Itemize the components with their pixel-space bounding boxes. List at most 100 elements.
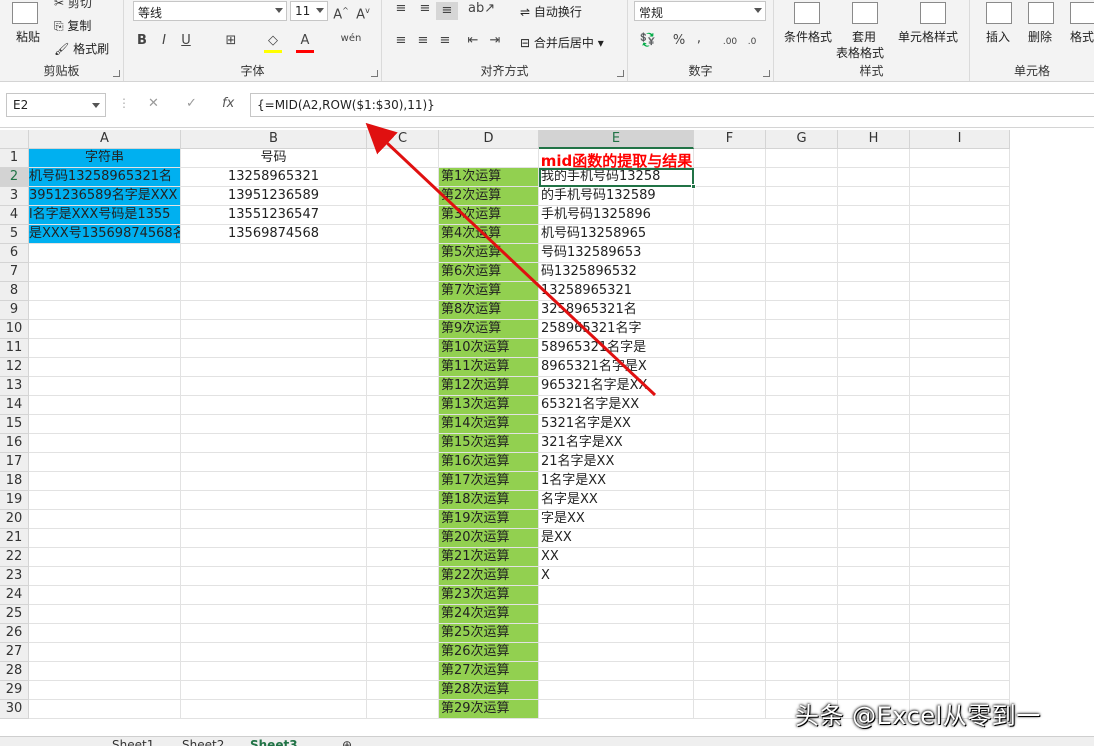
cell-h3[interactable] — [838, 187, 910, 206]
fill-color-icon[interactable]: ◇ — [264, 32, 282, 53]
copy-button[interactable]: ⎘ 复制 — [54, 17, 91, 34]
cell-h16[interactable] — [838, 434, 910, 453]
row-header[interactable]: 15 — [0, 415, 29, 434]
cell-i22[interactable] — [910, 548, 1010, 567]
increase-decimal-icon[interactable]: .00 — [720, 33, 740, 51]
cell-h9[interactable] — [838, 301, 910, 320]
cell-d10[interactable]: 第9次运算 — [439, 320, 539, 339]
column-header-g[interactable]: G — [766, 130, 838, 149]
cell-b23[interactable] — [181, 567, 367, 586]
cell-i16[interactable] — [910, 434, 1010, 453]
wrap-text-button[interactable]: ⇌ 自动换行 — [520, 3, 582, 20]
cell-e14[interactable]: 65321名字是XX — [539, 396, 694, 415]
cell-c14[interactable] — [367, 396, 439, 415]
cell-e18[interactable]: 1名字是XX — [539, 472, 694, 491]
cell-c16[interactable] — [367, 434, 439, 453]
cell-f5[interactable] — [694, 225, 766, 244]
cell-c22[interactable] — [367, 548, 439, 567]
cell-a19[interactable] — [29, 491, 181, 510]
paste-icon[interactable] — [12, 2, 38, 24]
cell-c17[interactable] — [367, 453, 439, 472]
cell-a27[interactable] — [29, 643, 181, 662]
cell-h28[interactable] — [838, 662, 910, 681]
cell-b29[interactable] — [181, 681, 367, 700]
row-header[interactable]: 24 — [0, 586, 29, 605]
cell-b22[interactable] — [181, 548, 367, 567]
cell-b7[interactable] — [181, 263, 367, 282]
cell-b1[interactable]: 号码 — [181, 149, 367, 168]
column-header-f[interactable]: F — [694, 130, 766, 149]
cell-a23[interactable] — [29, 567, 181, 586]
sheet-tab-2[interactable]: Sheet2 — [182, 738, 224, 746]
align-left-icon[interactable]: ≡ — [392, 32, 410, 50]
cut-button[interactable]: ✂ 剪切 — [54, 0, 92, 11]
cell-b6[interactable] — [181, 244, 367, 263]
cell-h10[interactable] — [838, 320, 910, 339]
cell-i26[interactable] — [910, 624, 1010, 643]
phonetic-icon[interactable]: wén — [340, 30, 362, 48]
cell-h26[interactable] — [838, 624, 910, 643]
cell-a30[interactable] — [29, 700, 181, 719]
cell-c10[interactable] — [367, 320, 439, 339]
cell-e4[interactable]: 手机号码1325896 — [539, 206, 694, 225]
orientation-icon[interactable]: ab↗ — [468, 0, 495, 18]
align-center-icon[interactable]: ≡ — [414, 32, 432, 50]
cell-e12[interactable]: 8965321名字是X — [539, 358, 694, 377]
format-button[interactable]: 格式 — [1070, 28, 1094, 45]
cell-c24[interactable] — [367, 586, 439, 605]
cell-f28[interactable] — [694, 662, 766, 681]
insert-icon[interactable] — [986, 2, 1012, 24]
cell-i17[interactable] — [910, 453, 1010, 472]
cell-b27[interactable] — [181, 643, 367, 662]
cell-d27[interactable]: 第26次运算 — [439, 643, 539, 662]
cell-g4[interactable] — [766, 206, 838, 225]
cell-e29[interactable] — [539, 681, 694, 700]
cell-b21[interactable] — [181, 529, 367, 548]
cell-d16[interactable]: 第15次运算 — [439, 434, 539, 453]
row-header[interactable]: 27 — [0, 643, 29, 662]
cell-f17[interactable] — [694, 453, 766, 472]
row-header[interactable]: 14 — [0, 396, 29, 415]
cell-d7[interactable]: 第6次运算 — [439, 263, 539, 282]
cell-a5[interactable]: 是XXX号13569874568名 — [29, 225, 181, 244]
cell-h25[interactable] — [838, 605, 910, 624]
cell-f29[interactable] — [694, 681, 766, 700]
cell-d3[interactable]: 第2次运算 — [439, 187, 539, 206]
select-all-corner[interactable] — [0, 130, 29, 149]
cell-b28[interactable] — [181, 662, 367, 681]
cell-i6[interactable] — [910, 244, 1010, 263]
row-header[interactable]: 23 — [0, 567, 29, 586]
cell-i10[interactable] — [910, 320, 1010, 339]
cell-g2[interactable] — [766, 168, 838, 187]
cell-h19[interactable] — [838, 491, 910, 510]
cell-c8[interactable] — [367, 282, 439, 301]
cell-f30[interactable] — [694, 700, 766, 719]
align-right-icon[interactable]: ≡ — [436, 32, 454, 50]
row-header[interactable]: 18 — [0, 472, 29, 491]
row-header[interactable]: 20 — [0, 510, 29, 529]
cell-h24[interactable] — [838, 586, 910, 605]
number-launcher-icon[interactable] — [763, 70, 770, 77]
column-header-h[interactable]: H — [838, 130, 910, 149]
cell-g25[interactable] — [766, 605, 838, 624]
insert-function-button[interactable]: fx — [222, 96, 234, 111]
cell-f27[interactable] — [694, 643, 766, 662]
row-header[interactable]: 2 — [0, 168, 29, 187]
cell-b5[interactable]: 13569874568 — [181, 225, 367, 244]
row-header[interactable]: 16 — [0, 434, 29, 453]
conditional-format-button[interactable]: 条件格式 — [784, 28, 832, 45]
cell-h17[interactable] — [838, 453, 910, 472]
cell-h23[interactable] — [838, 567, 910, 586]
cell-e2[interactable]: 我的手机号码13258 — [539, 168, 694, 187]
cell-d22[interactable]: 第21次运算 — [439, 548, 539, 567]
border-icon[interactable]: ⊞ — [222, 32, 240, 50]
cell-g7[interactable] — [766, 263, 838, 282]
cell-a16[interactable] — [29, 434, 181, 453]
cell-g15[interactable] — [766, 415, 838, 434]
cell-c9[interactable] — [367, 301, 439, 320]
cell-d2[interactable]: 第1次运算 — [439, 168, 539, 187]
cell-f6[interactable] — [694, 244, 766, 263]
cancel-icon[interactable]: ✕ — [148, 96, 159, 111]
alignment-launcher-icon[interactable] — [617, 70, 624, 77]
cell-c13[interactable] — [367, 377, 439, 396]
